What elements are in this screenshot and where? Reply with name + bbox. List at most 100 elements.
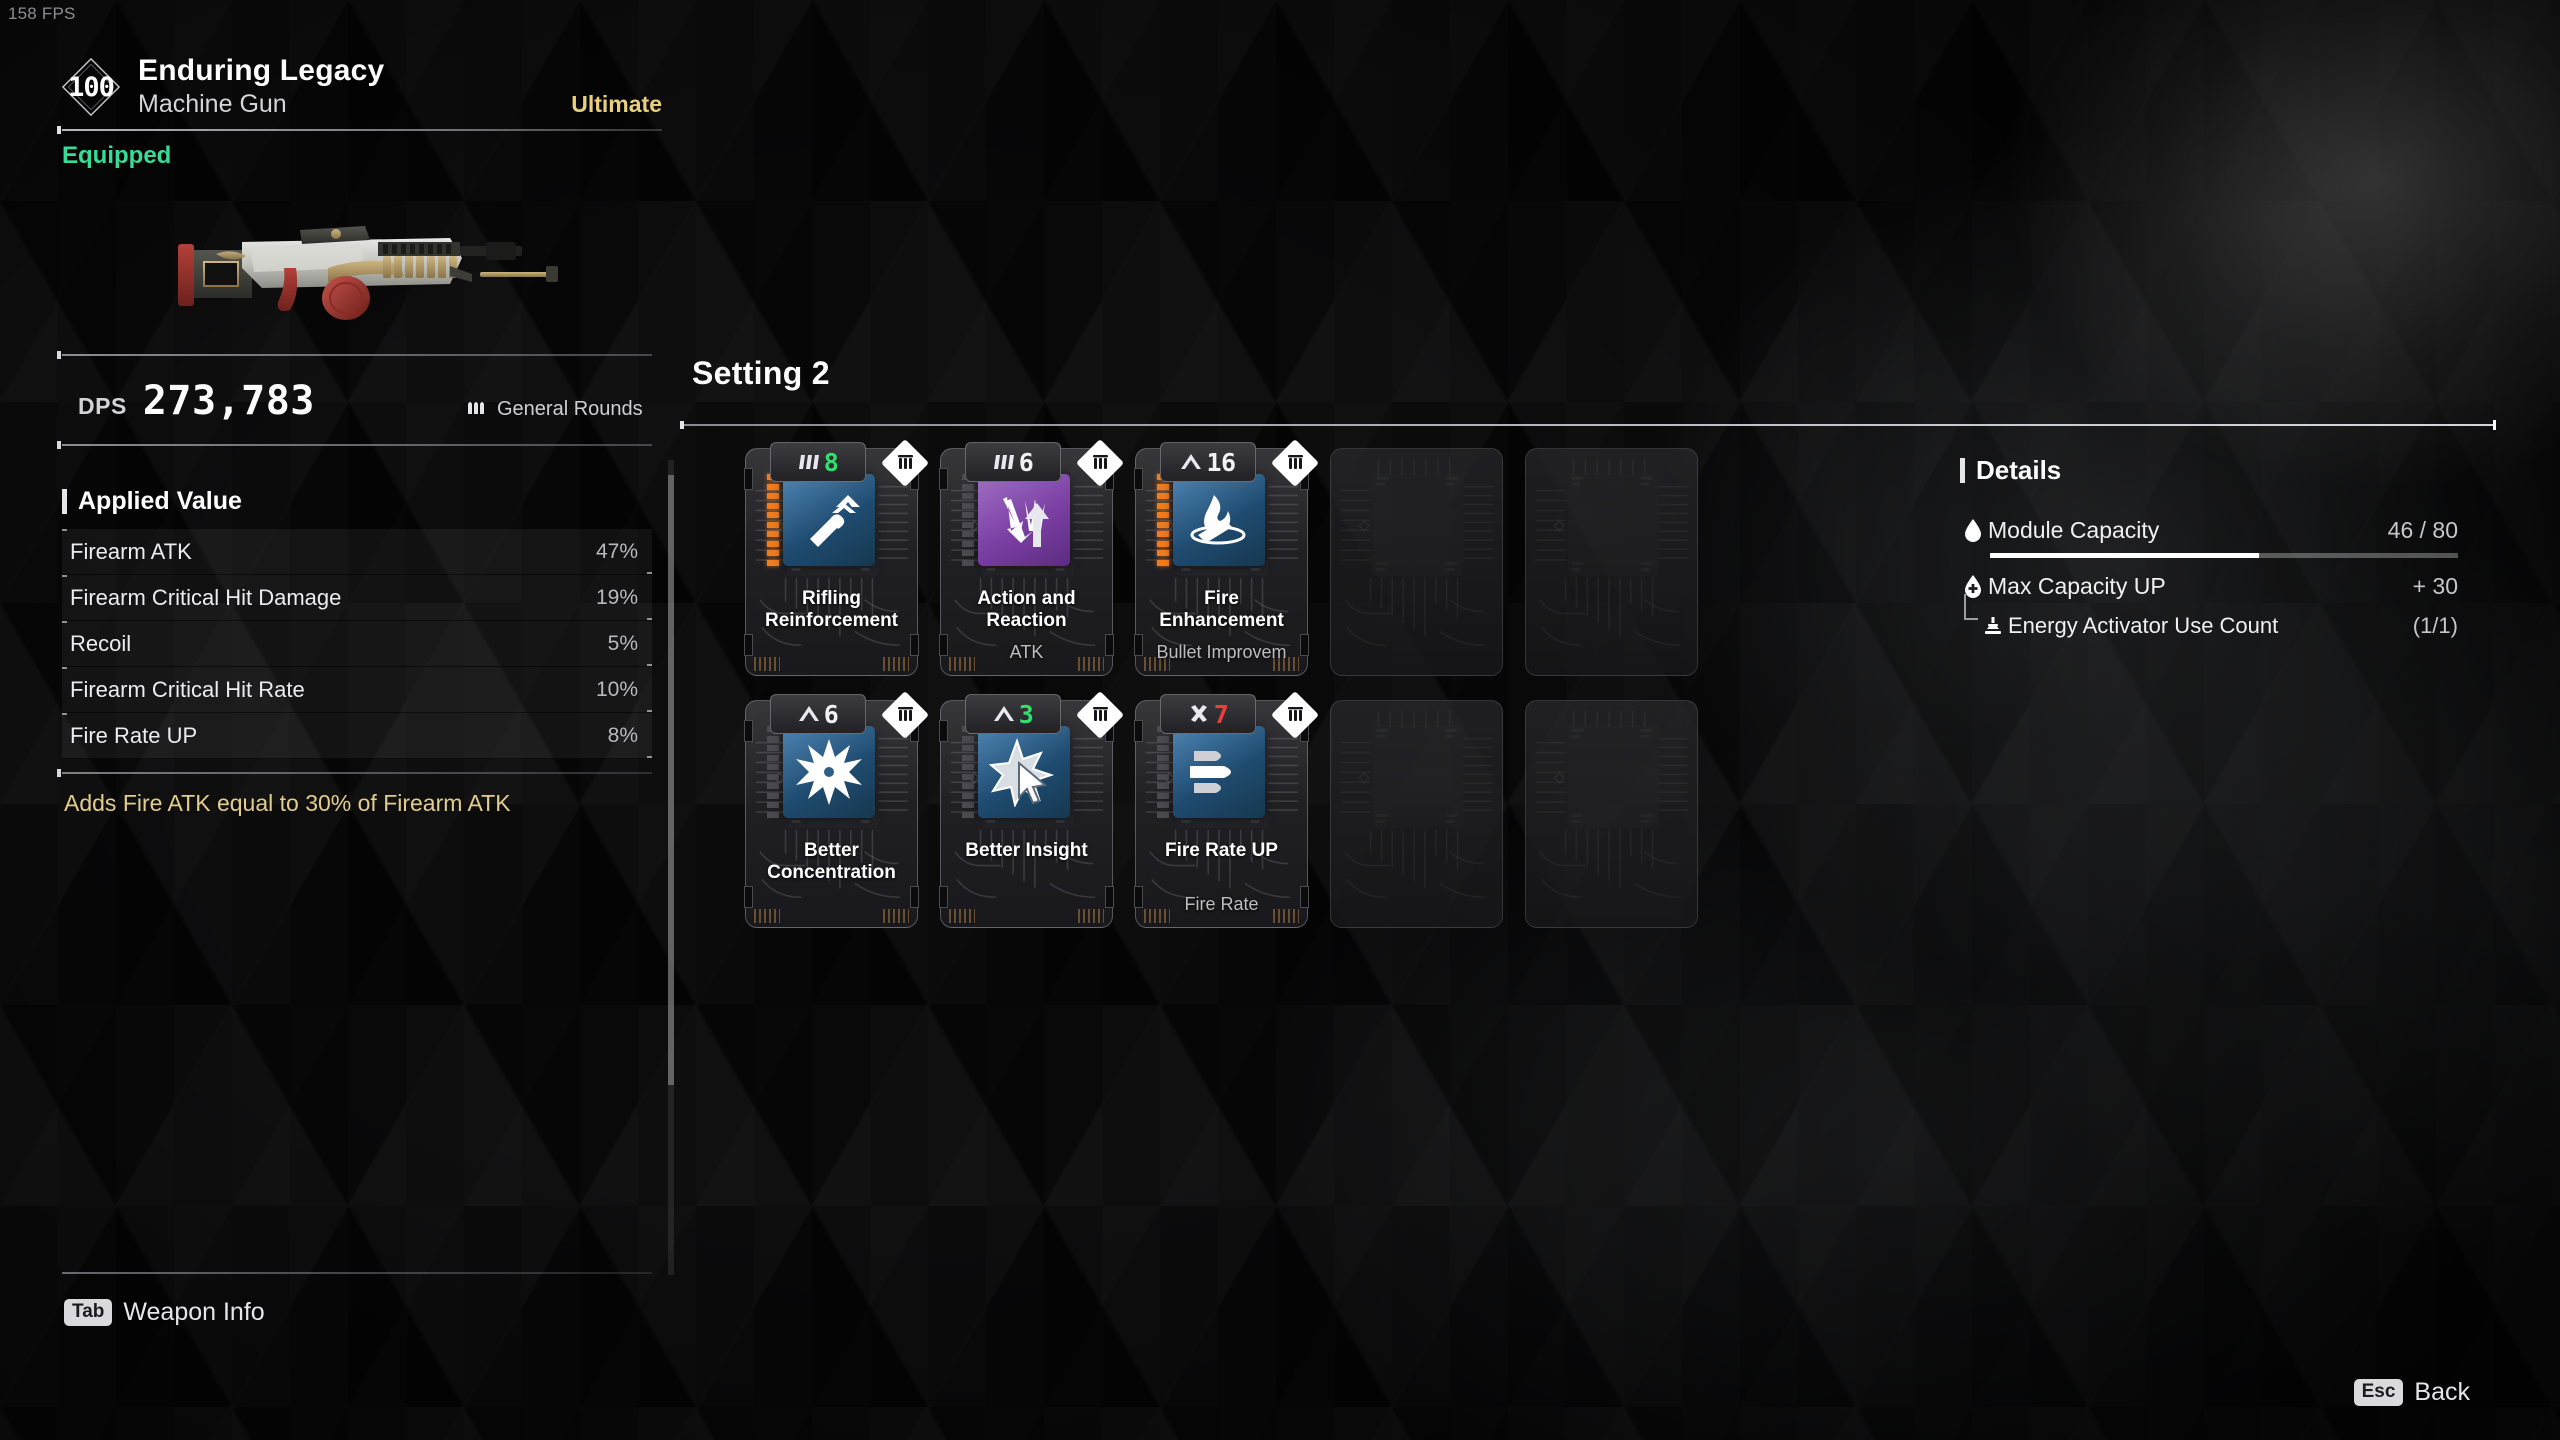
energy-bar [962,783,974,790]
module-card[interactable]: 8 Rifling Reinforcement [744,438,930,676]
energy-bar [767,559,779,566]
star-cursor-icon [978,726,1070,818]
game-screen: 158 FPS 100 Enduring Legacy Machine Gun … [0,0,2560,1440]
energy-bar [767,483,779,490]
energy-bar [767,802,779,809]
applied-value-header: Applied Value [62,487,242,516]
energy-bar [962,773,974,780]
energy-bar [1157,754,1169,761]
back-hint[interactable]: Esc Back [2353,1378,2470,1407]
stat-value: 47% [595,539,638,563]
module-chip [978,726,1070,818]
description-divider [57,769,652,777]
module-cost-value: 7 [1213,699,1229,729]
weapon-info-panel: 100 Enduring Legacy Machine Gun Ultimate… [0,0,700,1440]
scrollbar-thumb[interactable] [668,475,674,1085]
energy-bar [962,493,974,500]
energy-bar [962,502,974,509]
card-notch [910,886,919,908]
energy-bar [767,792,779,799]
weapon-info-hint[interactable]: Tab Weapon Info [64,1298,265,1327]
weapon-level: 100 [68,71,115,103]
tree-elbow [1964,594,1978,620]
module-chip [1173,726,1265,818]
energy-bar [1157,811,1169,818]
energy-bar [1157,483,1169,490]
circuit-pattern [1528,451,1695,673]
energy-bar [962,521,974,528]
chevron-icon [993,703,1015,725]
weapon-level-badge: 100 [61,57,121,117]
energy-bar [962,735,974,742]
stat-row: Fire Rate UP 8% [62,713,652,759]
module-capacity-label: Module Capacity [1988,516,2160,543]
energy-bar [962,764,974,771]
module-tag: Fire Rate [1184,894,1259,914]
energy-bar [1157,550,1169,557]
applied-stat-list: Firearm ATK 47% Firearm Critical Hit Damag… [62,529,652,759]
energy-bar [1157,802,1169,809]
circuit-pattern [1333,451,1500,673]
module-card[interactable]: 7 Fire Rate UP Fire Rate [1134,690,1320,928]
module-slot-empty[interactable] [1525,448,1698,676]
module-card[interactable]: 16 Fire Enhancement Bullet Improvem [1134,438,1320,676]
down-up-arrows-icon [978,474,1070,566]
bars-icon [798,451,820,473]
card-notch [939,886,948,908]
energy-bar [767,773,779,780]
card-notch [1134,720,1143,742]
energy-bar [1157,745,1169,752]
module-capacity-bar-track [1990,553,2458,558]
module-slot-empty[interactable] [1330,448,1503,676]
circuit-pattern [1528,703,1695,925]
empty-slot-body [1330,700,1503,928]
bars-icon [993,451,1015,473]
stat-value: 8% [607,723,638,747]
stat-name: Firearm ATK [70,538,192,564]
module-slot-empty[interactable] [1525,700,1698,928]
bullets-icon [465,396,487,423]
card-notch [939,468,948,490]
x-icon [1188,703,1210,725]
back-hint-label: Back [2414,1378,2470,1406]
weapon-name: Enduring Legacy [138,54,385,87]
energy-bar [767,531,779,538]
energy-bar [767,735,779,742]
module-socket-badge [1270,690,1320,740]
module-slot-empty[interactable] [1330,700,1503,928]
stat-row: Firearm Critical Hit Rate 10% [62,667,652,713]
dps-block: DPS 273,783 [78,378,315,424]
module-card[interactable]: 6 Better Concentration [744,690,930,928]
module-tag: ATK [1009,642,1044,662]
card-notch [1134,468,1143,490]
module-cost-value: 8 [823,447,839,477]
module-card[interactable]: 3 Better Insight [939,690,1125,928]
stat-value: 19% [595,585,638,609]
module-cost-plate: 6 [965,442,1061,482]
module-cost-plate: 3 [965,694,1061,734]
empty-slot-body [1525,700,1698,928]
socket-icon [886,444,924,482]
weapon-header-divider [57,125,662,134]
socket-icon [1081,444,1119,482]
module-card-connectors [754,909,909,923]
card-notch [939,720,948,742]
energy-bar [1157,783,1169,790]
card-notch [744,720,753,742]
module-cost-value: 6 [1018,447,1034,477]
droplet-icon [1958,518,1988,542]
card-notch [910,634,919,656]
module-card[interactable]: 6 Action and Reaction ATK [939,438,1125,676]
module-chip [783,726,875,818]
setting-title: Setting 2 [692,355,830,391]
activator-icon [1978,615,2008,637]
energy-bar [767,512,779,519]
energy-bar-strip [767,726,779,818]
details-title: Details [1976,455,2062,485]
details-header: Details [1960,455,2061,486]
module-cost-plate: 7 [1160,694,1256,734]
energy-bar-strip [1157,726,1169,818]
module-chip [1173,474,1265,566]
energy-bar-strip [1157,474,1169,566]
max-capacity-label: Max Capacity UP [1988,572,2166,599]
